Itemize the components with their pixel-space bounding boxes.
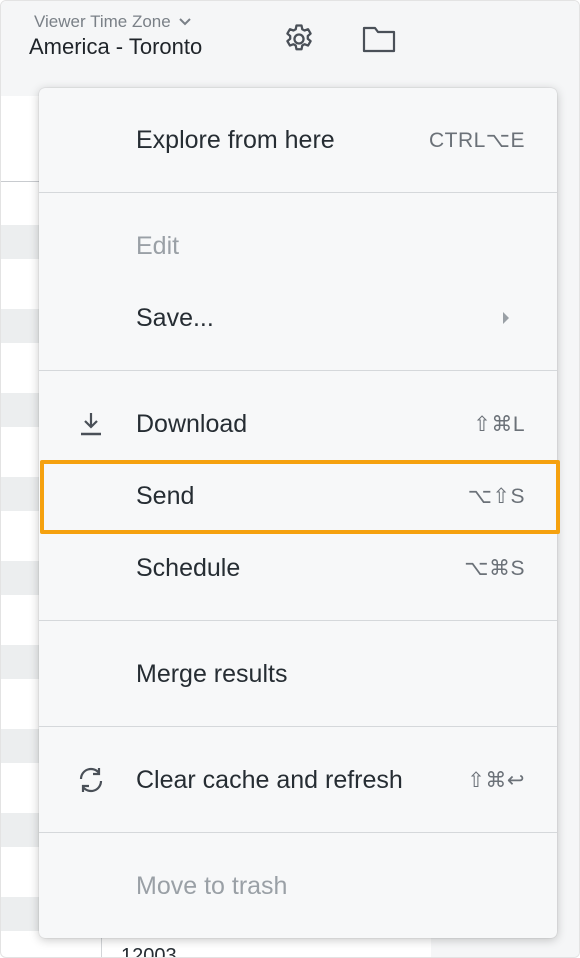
dashboard-header: Viewer Time Zone America - Toronto [1,1,431,96]
timezone-label: Viewer Time Zone [34,12,171,31]
menu-divider [39,192,557,193]
menu-divider [39,620,557,621]
table-row [1,897,41,931]
keyboard-shortcut: CTRL⌥E [428,128,525,152]
table-row [1,813,41,847]
menu-item-move-to-trash: Move to trash [39,850,557,922]
menu-item-download[interactable]: Download ⇧⌘L [39,388,557,460]
keyboard-shortcut: ⌥⌘S [464,556,525,580]
timezone-selector[interactable]: Viewer Time Zone [34,12,191,32]
chevron-right-icon [503,312,509,324]
tile-actions-menu: Explore from here CTRL⌥E Edit Save... Do… [39,88,560,938]
menu-item-explore-from-here[interactable]: Explore from here CTRL⌥E [39,104,557,176]
keyboard-shortcut: ⌥⇧S [467,484,525,508]
menu-item-send[interactable]: Send ⌥⇧S [39,460,560,534]
menu-item-label: Send [136,481,195,510]
table-row [1,225,41,259]
chevron-down-icon [178,18,191,26]
keyboard-shortcut: ⇧⌘↩ [467,768,525,792]
menu-item-label: Schedule [136,553,241,582]
gear-icon[interactable] [281,21,317,57]
table-cell-value: 12003 [121,945,177,958]
table-row [1,477,41,511]
menu-divider [39,832,557,833]
menu-item-label: Clear cache and refresh [136,765,403,794]
folder-icon[interactable] [361,21,397,57]
menu-item-label: Move to trash [136,871,288,900]
menu-item-edit: Edit [39,210,557,282]
menu-item-label: Merge results [136,659,288,688]
divider [1,181,41,182]
table-row [1,729,41,763]
keyboard-shortcut: ⇧⌘L [473,412,525,436]
menu-divider [39,726,557,727]
timezone-value[interactable]: America - Toronto [29,34,202,60]
menu-item-save[interactable]: Save... [39,282,557,354]
download-icon [73,406,109,442]
menu-item-merge-results[interactable]: Merge results [39,638,557,710]
menu-divider [39,370,557,371]
menu-item-schedule[interactable]: Schedule ⌥⌘S [39,532,557,604]
table-row [1,561,41,595]
menu-item-label: Save... [136,303,214,332]
table-row [1,645,41,679]
menu-item-label: Download [136,409,248,438]
menu-item-label: Explore from here [136,125,335,154]
menu-item-label: Edit [136,231,180,260]
table-row [1,393,41,427]
refresh-icon [73,762,109,798]
menu-item-clear-cache-and-refresh[interactable]: Clear cache and refresh ⇧⌘↩ [39,744,557,816]
table-row [1,309,41,343]
